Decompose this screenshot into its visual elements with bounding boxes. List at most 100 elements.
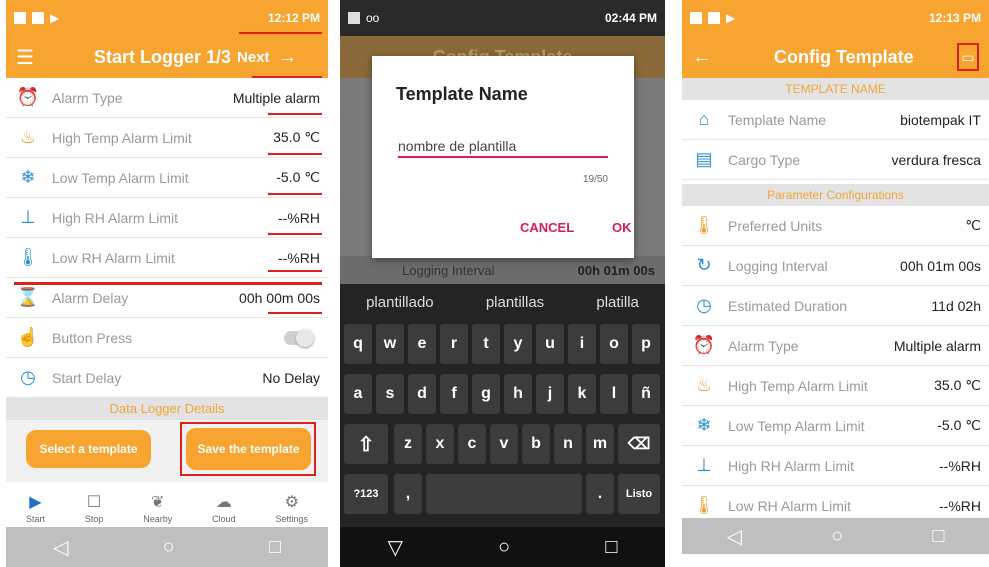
button-press-toggle[interactable] — [284, 328, 314, 347]
setting-value: 00h 00m 00s — [239, 289, 320, 306]
section-header: Data Logger Details — [6, 398, 328, 420]
setting-row[interactable]: ⌂ Template Name biotempak IT — [682, 100, 989, 140]
template-name-input[interactable] — [398, 136, 608, 158]
comma-key[interactable]: , — [394, 474, 422, 514]
key[interactable]: v — [490, 424, 518, 464]
key[interactable]: f — [440, 374, 468, 414]
section-header: TEMPLATE NAME — [682, 78, 989, 100]
key[interactable]: s — [376, 374, 404, 414]
key[interactable]: q — [344, 324, 372, 364]
back-icon[interactable]: ◁ — [53, 535, 68, 560]
status-bar: ▶ 12:12 PM — [6, 0, 328, 36]
space-key[interactable] — [426, 474, 582, 514]
key[interactable]: j — [536, 374, 564, 414]
next-button[interactable]: Next → — [237, 46, 298, 69]
cancel-button[interactable]: CANCEL — [520, 220, 574, 235]
key[interactable]: y — [504, 324, 532, 364]
tab-start[interactable]: ▶ Start — [26, 492, 45, 524]
recents-icon[interactable]: □ — [932, 525, 944, 548]
setting-label: Low RH Alarm Limit — [728, 497, 851, 514]
suggestion[interactable]: plantillas — [486, 294, 544, 311]
setting-row[interactable]: ⊥ High RH Alarm Limit --%RH — [6, 198, 328, 238]
home-icon[interactable]: ○ — [831, 525, 843, 548]
back-icon[interactable]: ◁ — [727, 524, 742, 549]
annotation-line — [268, 193, 322, 195]
tab-stop[interactable]: ☐ Stop — [85, 492, 104, 524]
setting-row[interactable]: 🌡 Low RH Alarm Limit --%RH — [6, 238, 328, 278]
done-key[interactable]: Listo — [618, 474, 660, 514]
save-icon[interactable]: ▭ — [957, 43, 979, 71]
setting-value: Multiple alarm — [893, 337, 981, 354]
page-title: Start Logger 1/3 — [94, 46, 232, 67]
setting-row[interactable]: 🌡 Preferred Units ℃ — [682, 206, 989, 246]
setting-row[interactable]: ♨ High Temp Alarm Limit 35.0 ℃ — [6, 118, 328, 158]
symbols-key[interactable]: ?123 — [344, 474, 388, 514]
setting-value: 00h 01m 00s — [900, 257, 981, 274]
setting-row[interactable]: ❄ Low Temp Alarm Limit -5.0 ℃ — [682, 406, 989, 446]
setting-row[interactable]: ❄ Low Temp Alarm Limit -5.0 ℃ — [6, 158, 328, 198]
setting-label: Low Temp Alarm Limit — [52, 169, 189, 186]
select-template-button[interactable]: Select a template — [26, 430, 151, 468]
setting-row[interactable]: ☝ Button Press — [6, 318, 328, 358]
suggestion[interactable]: plantillado — [366, 294, 434, 311]
tab-settings[interactable]: ⚙ Settings — [276, 492, 309, 524]
hourglass-icon: ⌛ — [16, 287, 40, 307]
setting-row[interactable]: ⏰ Alarm Type Multiple alarm — [682, 326, 989, 366]
shift-key[interactable]: ⇧ — [344, 424, 388, 464]
key[interactable]: m — [586, 424, 614, 464]
key[interactable]: l — [600, 374, 628, 414]
key[interactable]: g — [472, 374, 500, 414]
key[interactable]: t — [472, 324, 500, 364]
tab-nearby[interactable]: ❦ Nearby — [143, 492, 172, 524]
recents-icon[interactable]: □ — [605, 536, 617, 559]
setting-row[interactable]: ◷ Start Delay No Delay — [6, 358, 328, 398]
key[interactable]: u — [536, 324, 564, 364]
key[interactable]: z — [394, 424, 422, 464]
tab-cloud[interactable]: ☁ Cloud — [212, 492, 236, 524]
background-row-value: 00h 01m 00s — [577, 262, 655, 278]
key[interactable]: h — [504, 374, 532, 414]
system-nav-bar: ◁ ○ □ — [682, 518, 989, 554]
key[interactable]: d — [408, 374, 436, 414]
setting-row[interactable]: ◷ Estimated Duration 11d 02h — [682, 286, 989, 326]
setting-row[interactable]: ▤ Cargo Type verdura fresca — [682, 140, 989, 180]
setting-value: verdura fresca — [891, 151, 981, 168]
setting-label: Estimated Duration — [728, 297, 848, 314]
recents-icon[interactable]: □ — [269, 536, 281, 559]
status-time: 12:13 PM — [928, 11, 981, 25]
key[interactable]: e — [408, 324, 436, 364]
suggestion[interactable]: platilla — [596, 294, 639, 311]
key[interactable]: w — [376, 324, 404, 364]
thermometer-icon: 🌡 — [692, 215, 716, 235]
key[interactable]: a — [344, 374, 372, 414]
setting-row[interactable]: ↻ Logging Interval 00h 01m 00s — [682, 246, 989, 286]
key[interactable]: x — [426, 424, 454, 464]
key[interactable]: p — [632, 324, 660, 364]
key[interactable]: c — [458, 424, 486, 464]
home-icon[interactable]: ○ — [498, 536, 510, 559]
setting-row[interactable]: ⊥ High RH Alarm Limit --%RH — [682, 446, 989, 486]
setting-row[interactable]: ⏰ Alarm Type Multiple alarm — [6, 78, 328, 118]
home-icon[interactable]: ○ — [163, 536, 175, 559]
key[interactable]: r — [440, 324, 468, 364]
key[interactable]: b — [522, 424, 550, 464]
backspace-key[interactable]: ⌫ — [618, 424, 660, 464]
menu-icon[interactable]: ☰ — [16, 45, 56, 70]
notification-icon — [708, 12, 720, 24]
annotation-line — [268, 233, 322, 235]
save-template-button[interactable]: Save the template — [186, 428, 311, 470]
key[interactable]: ñ — [632, 374, 660, 414]
key[interactable]: o — [600, 324, 628, 364]
setting-value: --%RH — [939, 457, 981, 474]
key[interactable]: n — [554, 424, 582, 464]
setting-label: Alarm Type — [728, 337, 799, 354]
setting-row[interactable]: ♨ High Temp Alarm Limit 35.0 ℃ — [682, 366, 989, 406]
key[interactable]: k — [568, 374, 596, 414]
back-icon[interactable]: ▽ — [388, 535, 403, 560]
key[interactable]: i — [568, 324, 596, 364]
setting-value: --%RH — [939, 497, 981, 514]
back-arrow-icon[interactable]: ← — [692, 46, 728, 69]
ok-button[interactable]: OK — [612, 220, 632, 235]
dialog-title: Template Name — [396, 84, 528, 104]
period-key[interactable]: . — [586, 474, 614, 514]
